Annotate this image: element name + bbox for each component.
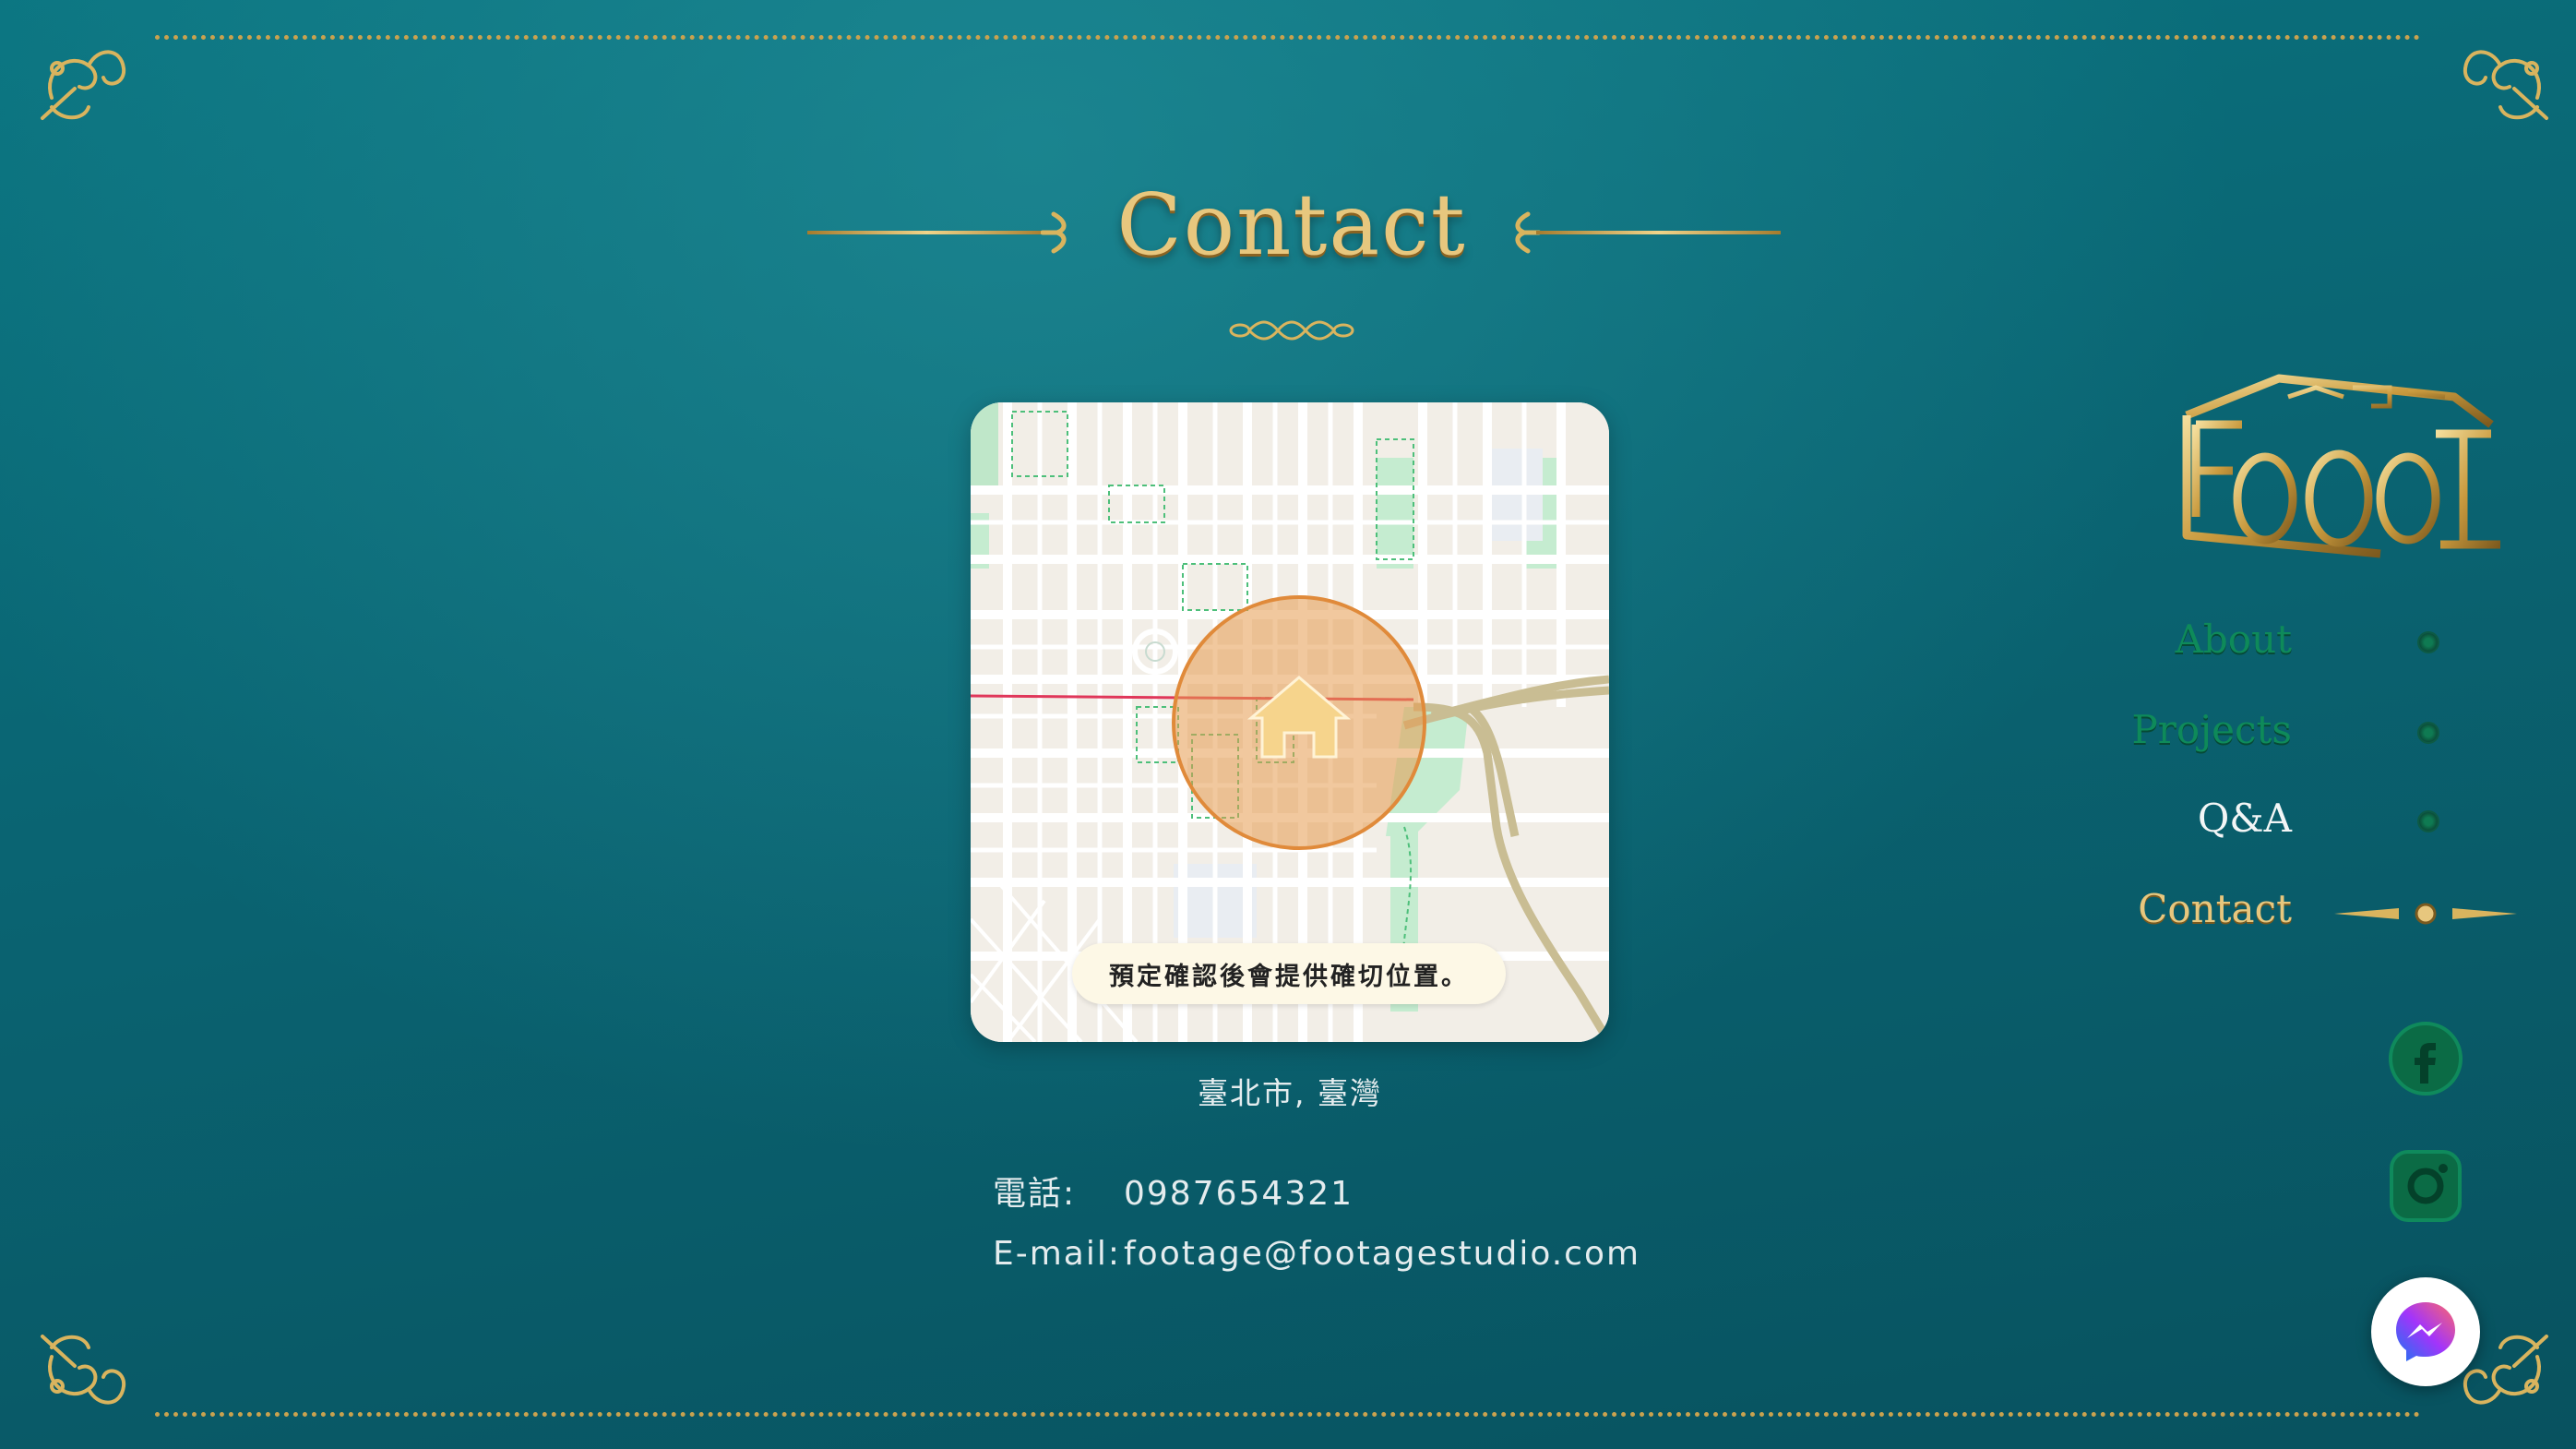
nav-item-about[interactable]: About <box>2176 617 2292 662</box>
messenger-chat-button[interactable] <box>2371 1277 2480 1386</box>
nav-active-indicator-icon <box>2334 903 2517 925</box>
nav-item-contact[interactable]: Contact <box>2138 886 2292 931</box>
location-text: 臺北市, 臺灣 <box>1198 1075 1382 1111</box>
page-title: Contact <box>1116 175 1467 274</box>
map-location-note: 預定確認後會提供確切位置。 <box>1072 943 1506 1004</box>
phone-label: 電話: <box>993 1175 1077 1213</box>
title-line-right <box>1536 231 1781 234</box>
nav-dot-about-icon[interactable] <box>2419 633 2438 652</box>
facebook-icon[interactable] <box>2388 1021 2463 1096</box>
messenger-icon <box>2396 1302 2455 1361</box>
phone-number[interactable]: 0987654321 <box>1124 1175 1354 1213</box>
nav-dot-projects-icon[interactable] <box>2419 724 2438 742</box>
bottom-dotted-border <box>155 1412 2421 1417</box>
email-address[interactable]: footage@footagestudio.com <box>1124 1235 1640 1273</box>
corner-ornament-bottom-left <box>41 1335 126 1405</box>
location-map[interactable]: 預定確認後會提供確切位置。 <box>971 402 1609 1042</box>
email-label: E-mail: <box>993 1235 1121 1273</box>
nav-dot-qa-icon[interactable] <box>2419 812 2438 831</box>
corner-ornament-top-left <box>41 50 126 120</box>
top-dotted-border <box>155 35 2421 40</box>
title-arrow-right-icon <box>1515 211 1541 254</box>
footage-logo[interactable] <box>2159 360 2519 581</box>
title-flourish-icon <box>1229 320 1354 341</box>
page-title-block: Contact <box>803 175 1781 295</box>
nav-item-projects[interactable]: Projects <box>2132 707 2292 752</box>
phone-row: 電話: 0987654321 <box>993 1167 1354 1215</box>
corner-ornament-top-right <box>2463 50 2548 120</box>
instagram-icon[interactable] <box>2388 1148 2463 1224</box>
nav-item-qa[interactable]: Q&A <box>2198 796 2292 841</box>
email-row: E-mail:footage@footagestudio.com <box>993 1235 1640 1273</box>
